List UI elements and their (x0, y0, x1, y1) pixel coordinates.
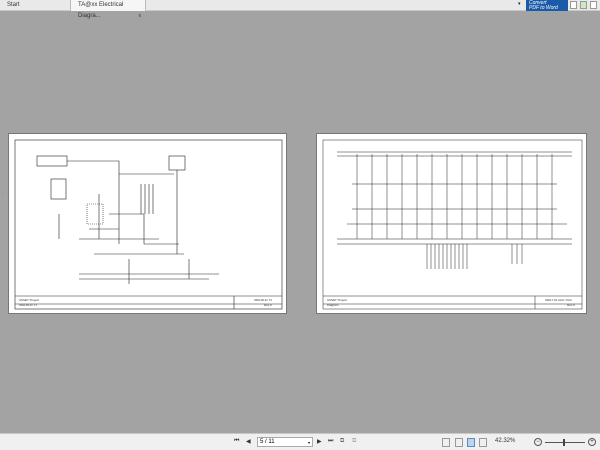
side-panel-handle[interactable]: ⋮ (0, 190, 5, 220)
dropdown-icon[interactable]: ▾ (518, 0, 521, 8)
previous-page-button[interactable]: ◀ (246, 438, 251, 445)
title-block-project: ASSET Project (327, 298, 347, 302)
next-view-icon[interactable]: ⧉ (352, 438, 356, 445)
schematic-drawing (322, 139, 583, 310)
tab-label: TA@xx Electrical Diagra... (78, 2, 124, 19)
page-number-value: 5 / 11 (260, 439, 275, 445)
diagram-page-left: ASSET Project SDH18-11 T1 SDH18-11 T1 Re… (8, 133, 287, 314)
tab-bar: Start TA@xx Electrical Diagra... x ▾ Conv… (0, 0, 600, 19)
chevron-down-icon[interactable]: ▾ (308, 438, 310, 447)
zoom-level[interactable]: 42.32% (495, 438, 515, 444)
last-page-button[interactable]: ⏭ (328, 438, 333, 445)
next-page-button[interactable]: ▶ (317, 438, 322, 445)
first-page-button[interactable]: ⏮ (234, 438, 239, 445)
tab-label: Start (7, 2, 20, 8)
title-block-subtitle: SDH18-11 T1 (19, 303, 38, 307)
tab-document[interactable]: TA@xx Electrical Diagra... x (70, 0, 146, 19)
convert-line2: PDF to Word (529, 5, 558, 11)
previous-view-icon[interactable]: ⧉ (340, 438, 344, 445)
status-bar: ⏮ ◀ 5 / 11 ▾ ▶ ⏭ ⧉ ⧉ 42.32% − + (0, 433, 600, 450)
title-block-rev: Rev 0 (567, 303, 575, 307)
zoom-slider[interactable] (545, 442, 585, 443)
title-block-rev: Rev 0 (264, 303, 272, 307)
single-page-view-button[interactable] (442, 438, 450, 447)
title-block-code: SDH7-01 AAC-YGG (545, 298, 572, 302)
schematic-drawing (14, 139, 283, 310)
title-block-project: ASSET Project (19, 298, 39, 302)
continuous-facing-view-button[interactable] (479, 438, 487, 447)
title-block-code: SDH18-11 T1 (254, 298, 273, 302)
window-icon[interactable] (590, 1, 597, 9)
continuous-view-button[interactable] (455, 438, 463, 447)
diagram-page-right: ASSET Project Diagram SDH7-01 AAC-YGG Re… (316, 133, 587, 314)
facing-view-button[interactable] (467, 438, 475, 447)
close-tab-icon[interactable]: x (139, 11, 142, 22)
document-icon[interactable] (570, 1, 577, 9)
pin-icon[interactable] (580, 1, 587, 9)
title-block-subtitle: Diagram (327, 303, 339, 307)
page-number-input[interactable]: 5 / 11 ▾ (257, 437, 313, 447)
tab-start[interactable]: Start (0, 0, 70, 11)
zoom-out-icon[interactable]: − (534, 438, 542, 446)
convert-pdf-to-word-button[interactable]: Convert PDF to Word (526, 0, 568, 11)
zoom-in-icon[interactable]: + (588, 438, 596, 446)
zoom-slider-thumb[interactable] (563, 439, 565, 446)
